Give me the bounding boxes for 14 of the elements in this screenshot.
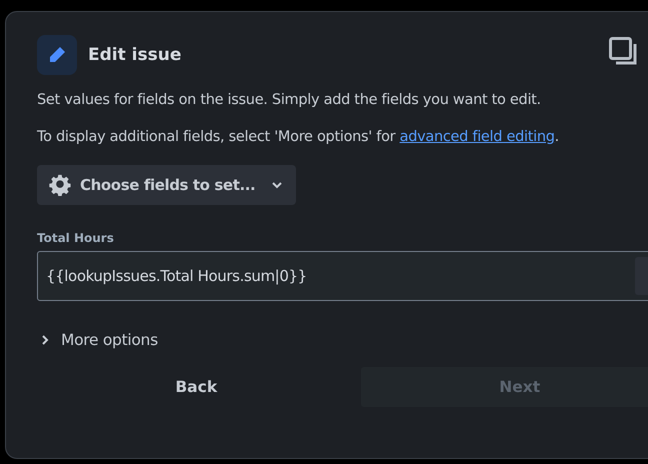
back-button[interactable]: Back bbox=[37, 367, 356, 407]
description-text: Set values for fields on the issue. Simply add the fields you want to edit. bbox=[37, 91, 542, 110]
chevron-down-icon bbox=[272, 182, 282, 188]
pencil-icon bbox=[37, 35, 77, 75]
gear-icon bbox=[49, 174, 71, 196]
field-label: Total Hours bbox=[37, 231, 115, 245]
more-options-toggle[interactable]: More options bbox=[37, 331, 158, 349]
choose-fields-button[interactable]: Choose fields to set... bbox=[37, 165, 296, 205]
dialog-title: Edit issue bbox=[88, 45, 182, 65]
note-text: To display additional fields, select 'More options' for advanced field editing. bbox=[37, 128, 560, 147]
chevron-icon bbox=[41, 335, 49, 345]
advanced-editing-link[interactable]: advanced field editing bbox=[400, 129, 555, 145]
copy-icon[interactable] bbox=[609, 37, 637, 65]
input-field[interactable]: {{lookupIssues.Total Hours.sum|0}} bbox=[37, 251, 648, 301]
